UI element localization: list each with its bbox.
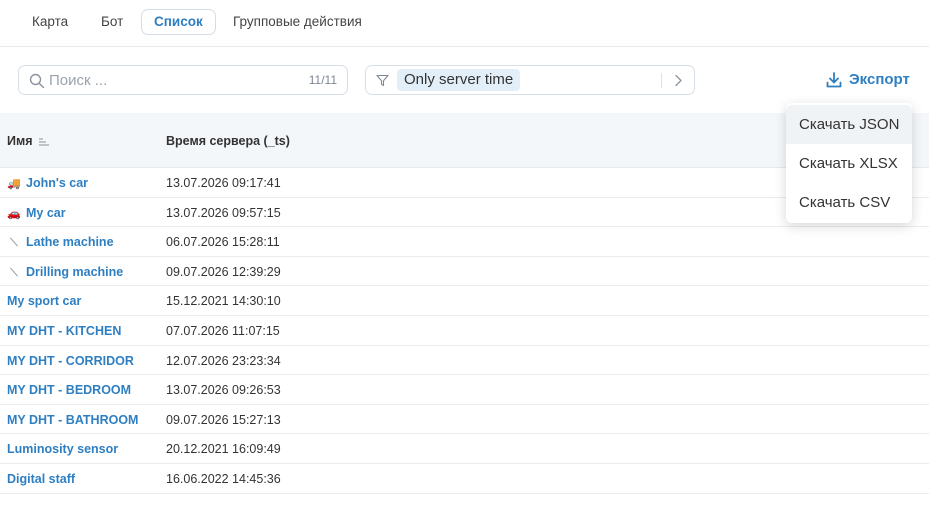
truck-icon: 🚚 bbox=[7, 178, 21, 190]
table-row[interactable]: Digital staff 16.06.2022 14:45:36 bbox=[0, 464, 929, 494]
table-row[interactable]: ⟍ Lathe machine 06.07.2026 15:28:11 bbox=[0, 227, 929, 257]
server-time-cell: 07.07.2026 11:07:15 bbox=[166, 323, 280, 338]
table-row[interactable]: Luminosity sensor 20.12.2021 16:09:49 bbox=[0, 434, 929, 464]
device-name-link[interactable]: ⟍ Drilling machine bbox=[7, 265, 123, 280]
tab-bot[interactable]: Бот bbox=[88, 9, 136, 35]
device-name-link[interactable]: MY DHT - BEDROOM bbox=[7, 383, 131, 397]
column-header-name[interactable]: Имя bbox=[7, 134, 50, 148]
filter-divider bbox=[661, 73, 662, 88]
sort-icon[interactable] bbox=[38, 137, 50, 147]
export-label: Экспорт bbox=[849, 71, 910, 88]
chevron-right-icon[interactable] bbox=[673, 74, 683, 87]
server-time-cell: 13.07.2026 09:26:53 bbox=[166, 383, 281, 398]
device-name-link[interactable]: MY DHT - CORRIDOR bbox=[7, 354, 134, 368]
filter-chip[interactable]: Only server time bbox=[397, 69, 521, 91]
tab-map[interactable]: Карта bbox=[19, 9, 81, 35]
device-name-link[interactable]: Digital staff bbox=[7, 472, 75, 486]
server-time-cell: 16.06.2022 14:45:36 bbox=[166, 471, 281, 486]
wrench-icon: ⟍ bbox=[10, 237, 18, 250]
export-button[interactable]: Экспорт bbox=[825, 69, 910, 91]
server-time-cell: 20.12.2021 16:09:49 bbox=[166, 442, 281, 457]
device-name-link[interactable]: My sport car bbox=[7, 294, 81, 308]
column-header-server-time[interactable]: Время сервера (_ts) bbox=[166, 134, 290, 148]
menu-item-download-json[interactable]: Скачать JSON bbox=[786, 105, 912, 144]
server-time-cell: 15.12.2021 14:30:10 bbox=[166, 294, 281, 309]
car-icon: 🚗 bbox=[7, 207, 21, 220]
device-name-link[interactable]: 🚚 John's car bbox=[7, 176, 88, 190]
table-row[interactable]: MY DHT - CORRIDOR 12.07.2026 23:23:34 bbox=[0, 346, 929, 376]
tab-bar: Карта Бот Список Групповые действия bbox=[0, 0, 929, 47]
search-icon bbox=[29, 73, 45, 89]
table-row[interactable]: MY DHT - BATHROOM 09.07.2026 15:27:13 bbox=[0, 405, 929, 435]
tab-group-actions[interactable]: Групповые действия bbox=[220, 9, 375, 35]
menu-item-download-csv[interactable]: Скачать CSV bbox=[786, 183, 912, 222]
search-input[interactable] bbox=[49, 70, 299, 91]
server-time-cell: 09.07.2026 15:27:13 bbox=[166, 412, 281, 427]
download-icon bbox=[826, 72, 842, 88]
menu-item-download-xlsx[interactable]: Скачать XLSX bbox=[786, 144, 912, 183]
export-menu: Скачать JSON Скачать XLSX Скачать CSV bbox=[786, 103, 912, 223]
wrench-icon: ⟍ bbox=[10, 266, 18, 279]
server-time-cell: 09.07.2026 12:39:29 bbox=[166, 264, 281, 279]
filter-icon bbox=[376, 74, 389, 87]
server-time-cell: 06.07.2026 15:28:11 bbox=[166, 235, 280, 250]
device-name-link[interactable]: MY DHT - BATHROOM bbox=[7, 413, 138, 427]
table-row[interactable]: My sport car 15.12.2021 14:30:10 bbox=[0, 286, 929, 316]
device-name-link[interactable]: ⟍ Lathe machine bbox=[7, 235, 113, 250]
device-name-link[interactable]: MY DHT - KITCHEN bbox=[7, 324, 121, 338]
table-row[interactable]: MY DHT - KITCHEN 07.07.2026 11:07:15 bbox=[0, 316, 929, 346]
server-time-cell: 12.07.2026 23:23:34 bbox=[166, 353, 281, 368]
server-time-cell: 13.07.2026 09:17:41 bbox=[166, 176, 281, 190]
filter-box[interactable]: Only server time bbox=[365, 65, 695, 95]
table-row[interactable]: MY DHT - BEDROOM 13.07.2026 09:26:53 bbox=[0, 375, 929, 405]
tab-list[interactable]: Список bbox=[141, 9, 216, 35]
search-box: 11/11 bbox=[18, 65, 348, 95]
search-result-count: 11/11 bbox=[308, 73, 337, 87]
table-row[interactable]: ⟍ Drilling machine 09.07.2026 12:39:29 bbox=[0, 257, 929, 287]
device-name-link[interactable]: 🚗 My car bbox=[7, 206, 65, 220]
server-time-cell: 13.07.2026 09:57:15 bbox=[166, 205, 281, 220]
device-name-link[interactable]: Luminosity sensor bbox=[7, 442, 118, 456]
